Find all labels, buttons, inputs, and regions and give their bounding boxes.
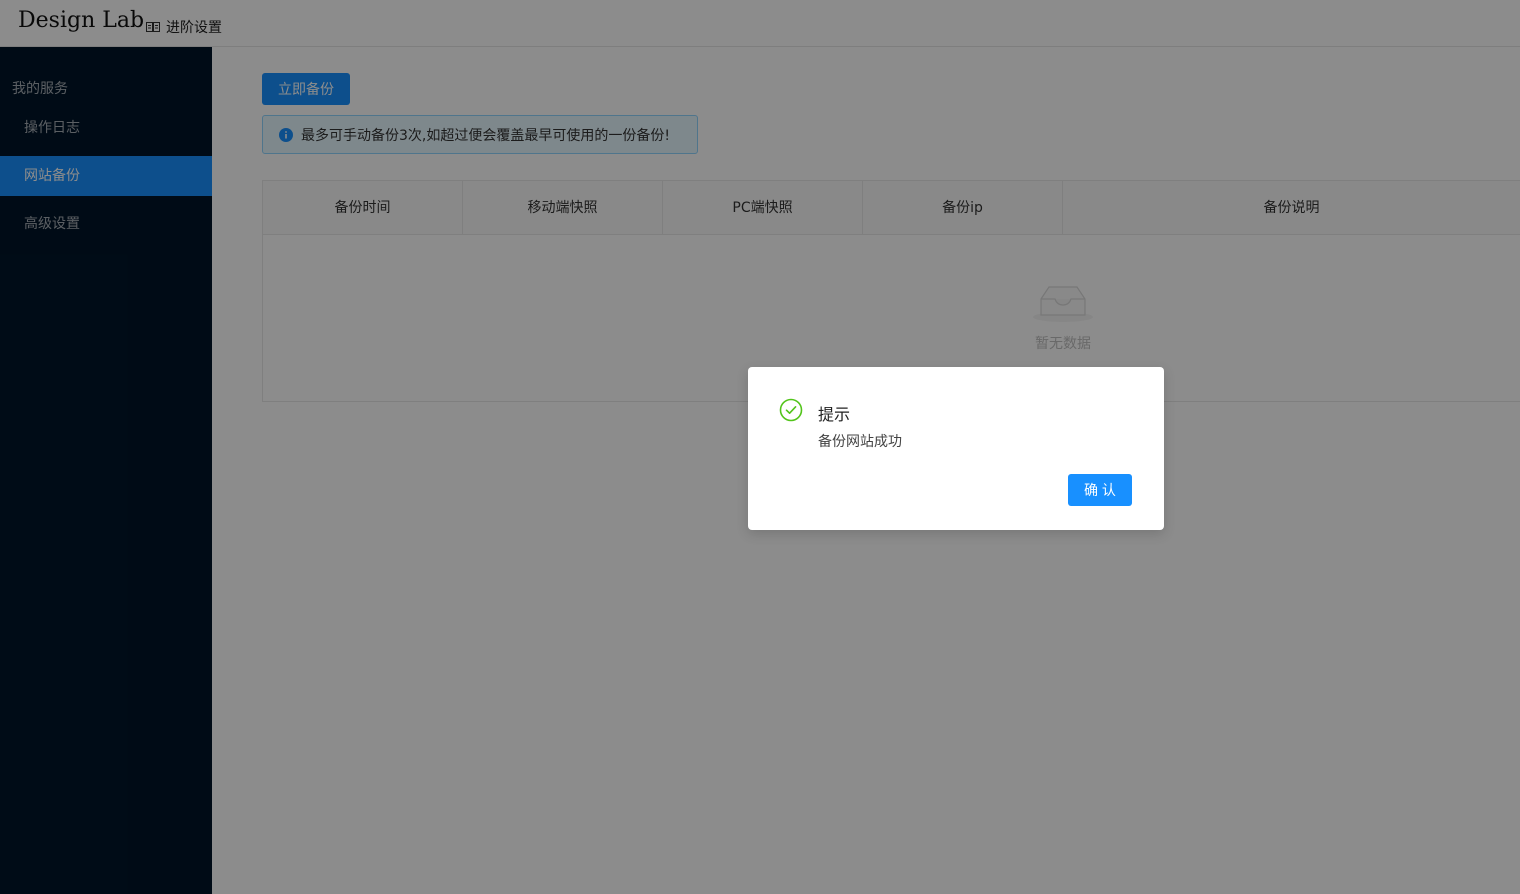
confirm-button[interactable]: 确 认 bbox=[1068, 474, 1132, 506]
dialog-message: 备份网站成功 bbox=[818, 434, 902, 450]
success-dialog: 提示 备份网站成功 确 认 bbox=[748, 367, 1164, 530]
check-circle-icon bbox=[779, 398, 803, 426]
dialog-title: 提示 bbox=[818, 405, 851, 424]
